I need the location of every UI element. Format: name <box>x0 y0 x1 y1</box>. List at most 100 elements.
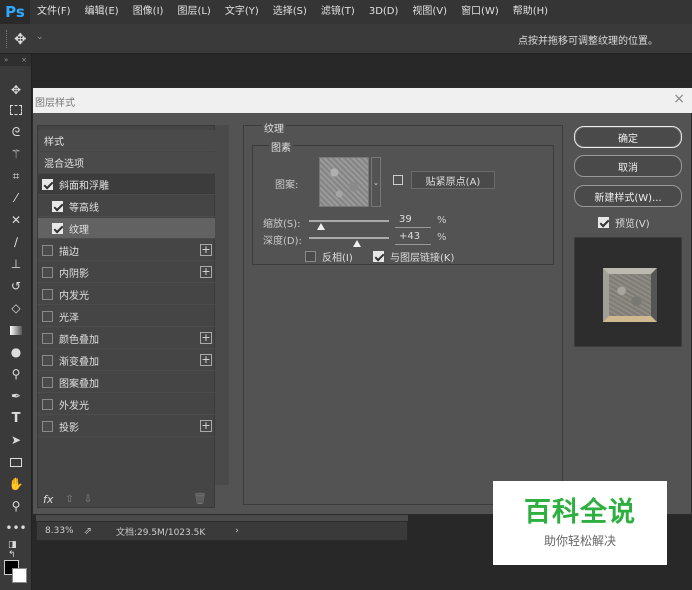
pen-tool-icon[interactable]: ✒ <box>8 388 24 404</box>
style-item[interactable]: 纹理 <box>38 218 216 239</box>
brush-tool-icon[interactable]: ∕ <box>8 234 24 250</box>
scale-slider-thumb[interactable] <box>317 223 326 230</box>
style-checkbox[interactable] <box>52 222 63 234</box>
close-icon[interactable]: × <box>21 54 27 66</box>
move-up-icon[interactable]: ⇧ <box>65 494 73 505</box>
menu-item[interactable]: 帮助(H) <box>506 0 555 24</box>
collapse-icon[interactable]: » <box>4 54 8 66</box>
crop-tool-icon[interactable]: ⌗ <box>8 168 24 184</box>
marquee-tool-icon[interactable] <box>8 102 24 118</box>
depth-slider-thumb[interactable] <box>353 240 361 247</box>
style-item[interactable]: 渐变叠加 + <box>38 350 216 371</box>
style-checkbox[interactable] <box>42 244 53 256</box>
pattern-swatch[interactable] <box>319 157 369 207</box>
scale-input[interactable]: 39 <box>395 214 431 228</box>
link-with-layer-option[interactable]: 与图层链接(K) <box>373 249 454 264</box>
clone-stamp-tool-icon[interactable]: ⊥ <box>8 256 24 272</box>
menu-item[interactable]: 图层(L) <box>170 0 217 24</box>
style-list-scrollbar[interactable] <box>215 125 229 485</box>
style-checkbox[interactable] <box>42 420 53 432</box>
eraser-tool-icon[interactable]: ◇ <box>8 300 24 316</box>
preview-checkbox[interactable] <box>598 217 609 228</box>
zoom-level[interactable]: 8.33% <box>45 526 74 536</box>
style-item[interactable]: 等高线 <box>38 196 216 217</box>
swap-colors-icon[interactable]: ◨ ↰ <box>8 540 24 560</box>
invert-option[interactable]: 反相(I) <box>305 249 353 264</box>
style-item[interactable]: 外发光 <box>38 394 216 415</box>
healing-brush-tool-icon[interactable]: ✕ <box>8 212 24 228</box>
type-tool-icon[interactable]: T <box>8 410 24 426</box>
menu-item[interactable]: 滤镜(T) <box>314 0 362 24</box>
background-color-swatch[interactable] <box>12 568 27 583</box>
blur-tool-icon[interactable]: ● <box>8 344 24 360</box>
history-brush-tool-icon[interactable]: ↺ <box>8 278 24 294</box>
add-effect-icon[interactable]: + <box>200 244 212 256</box>
scale-slider-track[interactable] <box>309 220 389 222</box>
cancel-button[interactable]: 取消 <box>574 155 682 177</box>
delete-icon[interactable]: 🗑 <box>193 492 207 505</box>
move-down-icon[interactable]: ⇩ <box>84 494 92 505</box>
add-effect-icon[interactable]: + <box>200 420 212 432</box>
style-checkbox[interactable] <box>42 310 53 322</box>
options-bar-grip[interactable] <box>6 30 8 48</box>
menu-item[interactable]: 选择(S) <box>266 0 314 24</box>
link-with-layer-checkbox[interactable] <box>373 251 384 262</box>
gradient-tool-icon[interactable] <box>8 322 24 338</box>
ok-button[interactable]: 确定 <box>574 126 682 148</box>
style-item[interactable]: 投影 + <box>38 416 216 437</box>
menu-item[interactable]: 文字(Y) <box>218 0 266 24</box>
style-item[interactable]: 内发光 <box>38 284 216 305</box>
style-item[interactable]: 颜色叠加 + <box>38 328 216 349</box>
depth-input[interactable]: +43 <box>395 231 431 245</box>
style-item[interactable]: 描边 + <box>38 240 216 261</box>
add-effect-icon[interactable]: + <box>200 266 212 278</box>
style-checkbox[interactable] <box>42 332 53 344</box>
status-menu-arrow[interactable]: › <box>235 526 239 536</box>
pattern-dropdown-icon[interactable]: ⌄ <box>371 157 381 207</box>
rectangle-tool-icon[interactable] <box>8 454 24 470</box>
invert-checkbox[interactable] <box>305 251 316 262</box>
move-tool-icon[interactable]: ✥ <box>8 82 24 98</box>
fx-button[interactable]: fx <box>43 493 53 506</box>
eyedropper-tool-icon[interactable]: ⁄ <box>8 190 24 206</box>
magic-wand-tool-icon[interactable]: ⚚ <box>8 146 24 162</box>
dodge-tool-icon[interactable]: ⚲ <box>8 366 24 382</box>
style-item-label: 投影 <box>59 422 79 434</box>
more-tools-icon[interactable]: ••• <box>5 520 26 536</box>
move-tool-icon[interactable]: ✥ <box>14 31 30 47</box>
menu-item[interactable]: 窗口(W) <box>454 0 506 24</box>
style-checkbox[interactable] <box>42 376 53 388</box>
close-icon[interactable]: × <box>673 91 685 107</box>
style-checkbox[interactable] <box>42 288 53 300</box>
style-checkbox[interactable] <box>42 266 53 278</box>
new-preset-icon[interactable] <box>393 175 403 185</box>
style-item[interactable]: 样式 <box>38 130 216 151</box>
style-checkbox[interactable] <box>52 200 63 212</box>
style-item[interactable]: 图案叠加 <box>38 372 216 393</box>
style-checkbox[interactable] <box>42 354 53 366</box>
hand-tool-icon[interactable]: ✋ <box>8 476 24 492</box>
zoom-tool-icon[interactable]: ⚲ <box>8 498 24 514</box>
preview-option[interactable]: 预览(V) <box>598 215 650 230</box>
style-checkbox[interactable] <box>42 398 53 410</box>
snap-to-origin-button[interactable]: 贴紧原点(A) <box>411 171 495 189</box>
menu-item[interactable]: 文件(F) <box>30 0 78 24</box>
menu-item[interactable]: 视图(V) <box>405 0 454 24</box>
style-checkbox[interactable] <box>42 178 53 190</box>
tool-preset-dropdown[interactable]: ⌄ <box>36 32 44 42</box>
add-effect-icon[interactable]: + <box>200 354 212 366</box>
style-item[interactable]: 混合选项 <box>38 152 216 173</box>
menu-item[interactable]: 图像(I) <box>126 0 171 24</box>
style-item[interactable]: 光泽 <box>38 306 216 327</box>
export-icon[interactable]: ⇗ <box>84 526 92 537</box>
depth-slider-track[interactable] <box>309 237 389 239</box>
menu-item[interactable]: 3D(D) <box>362 0 406 24</box>
style-item[interactable]: 斜面和浮雕 <box>38 174 216 195</box>
style-item[interactable]: 内阴影 + <box>38 262 216 283</box>
lasso-tool-icon[interactable]: ᘓ <box>8 124 24 140</box>
path-selection-tool-icon[interactable]: ➤ <box>8 432 24 448</box>
new-style-button[interactable]: 新建样式(W)... <box>574 185 682 207</box>
dialog-titlebar[interactable]: 图层样式 × <box>33 88 692 113</box>
add-effect-icon[interactable]: + <box>200 332 212 344</box>
menu-item[interactable]: 编辑(E) <box>78 0 126 24</box>
